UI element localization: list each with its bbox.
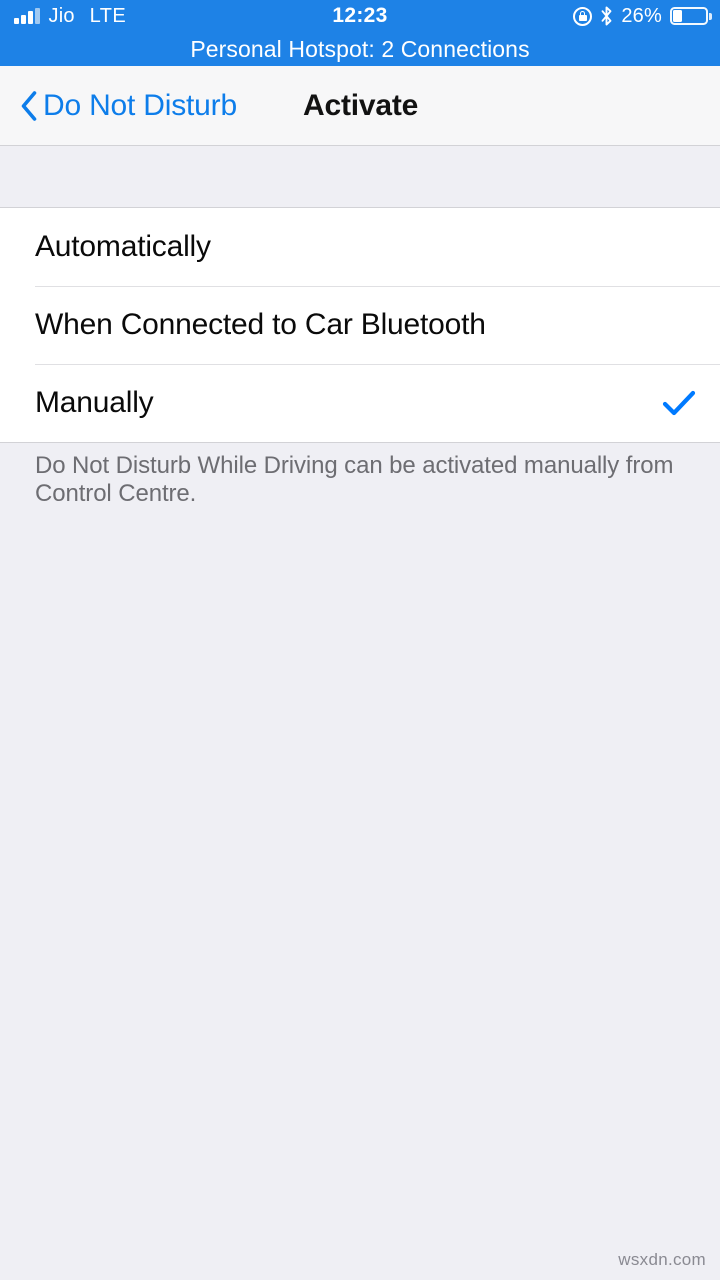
footer-description: Do Not Disturb While Driving can be acti… xyxy=(35,452,674,508)
page-title: Activate xyxy=(303,89,419,122)
personal-hotspot-banner[interactable]: Personal Hotspot: 2 Connections xyxy=(0,32,720,66)
option-label: Automatically xyxy=(35,230,211,263)
battery-percent-label: 26% xyxy=(621,4,662,27)
section-spacer xyxy=(0,147,720,207)
checkmark-icon xyxy=(662,390,696,416)
activate-options-list: Automatically When Connected to Car Blue… xyxy=(0,207,720,443)
status-bar: Jio LTE 12:23 26% Personal Hotspot: 2 Co… xyxy=(0,0,720,66)
watermark-label: wsxdn.com xyxy=(618,1250,706,1269)
option-row-automatically[interactable]: Automatically xyxy=(0,208,720,286)
chevron-left-icon xyxy=(21,91,37,121)
rotation-lock-icon xyxy=(573,6,593,26)
option-row-when-connected-to-car-bluetooth[interactable]: When Connected to Car Bluetooth xyxy=(0,286,720,364)
bluetooth-icon xyxy=(601,6,612,26)
back-button[interactable]: Do Not Disturb xyxy=(20,66,237,146)
phone-screen: Jio LTE 12:23 26% Personal Hotspot: 2 Co… xyxy=(0,0,720,1280)
battery-icon xyxy=(670,7,712,25)
option-label: When Connected to Car Bluetooth xyxy=(35,308,486,341)
status-bar-main-row: Jio LTE 12:23 26% xyxy=(0,0,720,32)
status-bar-right: 26% xyxy=(573,0,712,32)
option-label: Manually xyxy=(35,386,154,419)
navigation-bar: Do Not Disturb Activate xyxy=(0,66,720,146)
option-row-manually[interactable]: Manually xyxy=(0,364,720,442)
back-button-label: Do Not Disturb xyxy=(43,89,237,122)
